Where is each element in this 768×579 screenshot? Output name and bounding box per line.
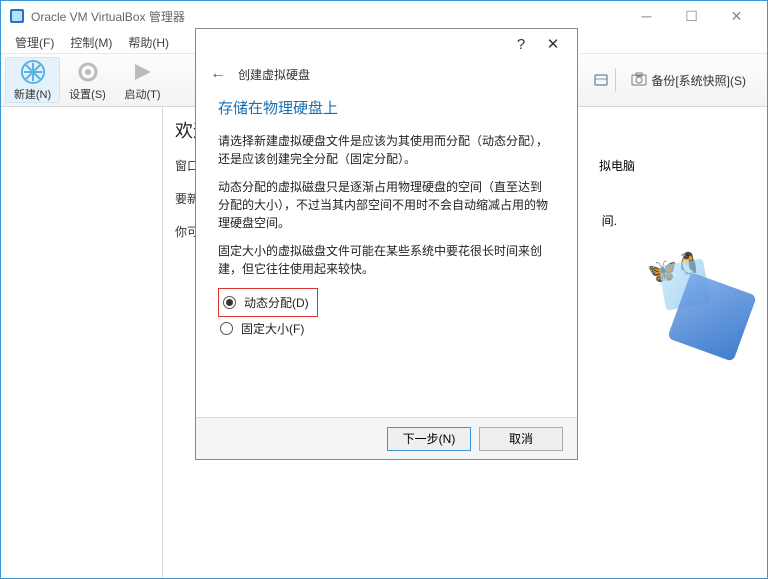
radio-fixed[interactable]: 固定大小(F) (218, 317, 555, 340)
snapshot-label: 备份[系统快照](S) (651, 72, 746, 89)
back-icon[interactable]: ← (210, 65, 226, 83)
dialog-caption: 创建虚拟硬盘 (238, 66, 310, 83)
radio-empty-icon (220, 322, 233, 335)
toolbar-right: 备份[系统快照](S) (592, 68, 763, 92)
details-button[interactable] (592, 68, 616, 92)
cancel-button-label: 取消 (509, 430, 533, 447)
window-controls: ─ ☐ ✕ (624, 2, 759, 30)
minimize-button[interactable]: ─ (624, 2, 669, 30)
step-title: 存储在物理硬盘上 (218, 97, 555, 118)
peek-text-1: 拟电脑 (599, 157, 635, 174)
dynamic-paragraph: 动态分配的虚拟磁盘只是逐渐占用物理硬盘的空间（直至达到 分配的大小），不过当其内… (218, 178, 555, 232)
vm-list-sidebar[interactable] (1, 107, 163, 578)
dialog-help-button[interactable]: ? (505, 36, 537, 53)
menu-control[interactable]: 控制(M) (62, 32, 120, 53)
dialog-footer: 下一步(N) 取消 (196, 417, 577, 459)
new-icon (6, 58, 59, 86)
app-icon (9, 8, 25, 24)
close-button[interactable]: ✕ (714, 2, 759, 30)
radio-dynamic-label: 动态分配(D) (244, 294, 309, 311)
next-button[interactable]: 下一步(N) (387, 427, 471, 451)
start-icon (115, 58, 170, 86)
menu-manage[interactable]: 管理(F) (7, 32, 62, 53)
dialog-header: ← 创建虚拟硬盘 (196, 59, 577, 87)
toolbar-start[interactable]: 启动(T) (115, 58, 170, 102)
radio-dot-icon (223, 296, 236, 309)
create-disk-dialog: ? ✕ ← 创建虚拟硬盘 存储在物理硬盘上 请选择新建虚拟硬盘文件是应该为其使用… (195, 28, 578, 460)
toolbar-new[interactable]: 新建(N) (5, 57, 60, 103)
dialog-body: 存储在物理硬盘上 请选择新建虚拟硬盘文件是应该为其使用而分配（动态分配），还是应… (196, 87, 577, 417)
intro-paragraph: 请选择新建虚拟硬盘文件是应该为其使用而分配（动态分配），还是应该创建完全分配（固… (218, 132, 555, 168)
toolbar-start-label: 启动(T) (115, 86, 170, 102)
decorative-logo: 🦋 🐧 (647, 257, 757, 367)
cancel-button[interactable]: 取消 (479, 427, 563, 451)
highlight-box: 动态分配(D) (218, 288, 318, 317)
maximize-button[interactable]: ☐ (669, 2, 714, 30)
dialog-titlebar: ? ✕ (196, 29, 577, 59)
next-button-label: 下一步(N) (403, 430, 456, 447)
peek-text-2: 间. (602, 212, 617, 229)
snapshot-button[interactable]: 备份[系统快照](S) (622, 68, 755, 92)
toolbar-settings[interactable]: 设置(S) (60, 58, 115, 102)
title-bar: Oracle VM VirtualBox 管理器 ─ ☐ ✕ (1, 1, 767, 31)
toolbar-settings-label: 设置(S) (60, 86, 115, 102)
dialog-close-button[interactable]: ✕ (537, 35, 569, 53)
camera-icon (631, 72, 647, 89)
fixed-paragraph: 固定大小的虚拟磁盘文件可能在某些系统中要花很长时间来创建，但它往往使用起来较快。 (218, 242, 555, 278)
radio-dynamic[interactable]: 动态分配(D) (221, 291, 311, 314)
toolbar-new-label: 新建(N) (6, 86, 59, 102)
window-title: Oracle VM VirtualBox 管理器 (31, 8, 185, 25)
allocation-radio-group: 动态分配(D) 固定大小(F) (218, 288, 555, 340)
gear-icon (60, 58, 115, 86)
menu-help[interactable]: 帮助(H) (120, 32, 177, 53)
radio-fixed-label: 固定大小(F) (241, 320, 304, 337)
